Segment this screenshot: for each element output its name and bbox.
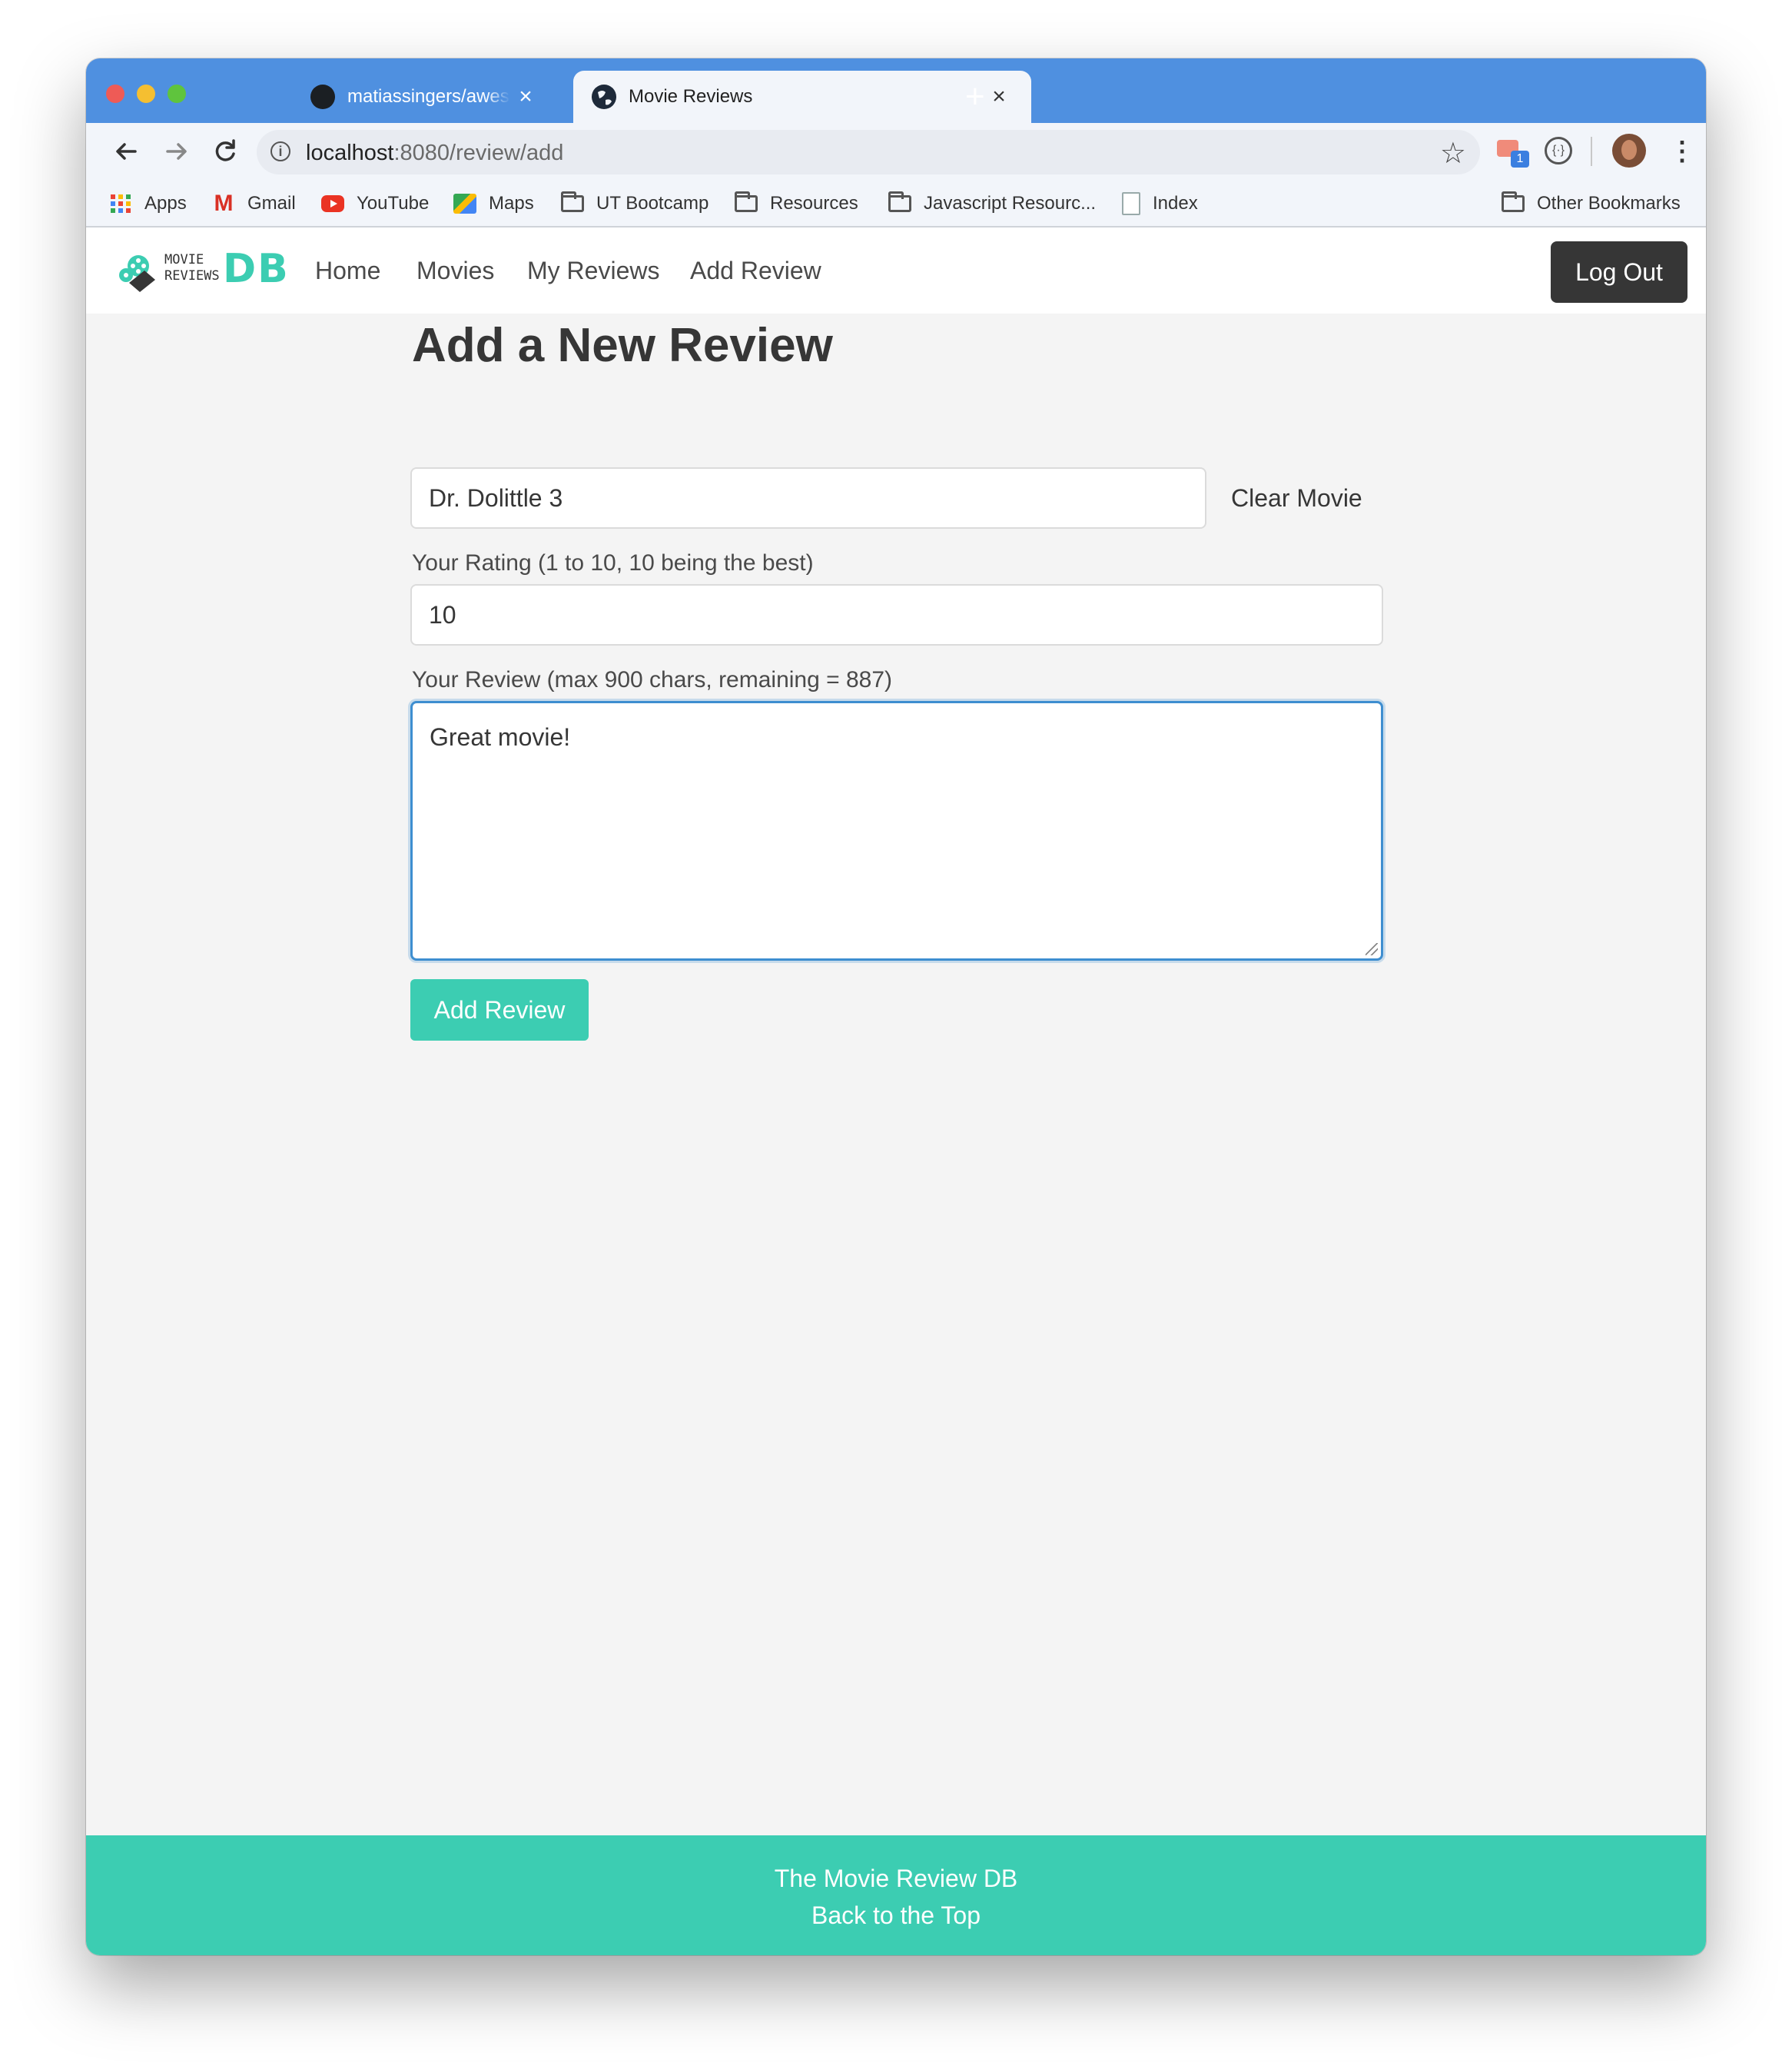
folder-icon bbox=[735, 191, 758, 212]
bookmark-label: Gmail bbox=[247, 193, 296, 214]
bookmark-label: Maps bbox=[489, 193, 534, 214]
film-reel-icon bbox=[119, 255, 155, 292]
logo-text: MOVIE REVIEWS bbox=[164, 252, 220, 284]
app-navbar: MOVIE REVIEWS DB Home Movies My Reviews A… bbox=[86, 227, 1706, 314]
resize-handle-icon[interactable] bbox=[1366, 943, 1378, 955]
movie-input[interactable]: Dr. Dolittle 3 bbox=[410, 467, 1206, 529]
extension-icon[interactable]: 1 bbox=[1497, 135, 1531, 168]
tab-movie-reviews[interactable]: Movie Reviews × bbox=[573, 71, 1031, 123]
browser-window: matiassingers/awesome-readme × Movie Rev… bbox=[86, 58, 1706, 1955]
github-icon bbox=[310, 85, 335, 109]
toolbar-divider bbox=[1591, 137, 1592, 166]
folder-icon bbox=[561, 191, 584, 212]
review-text: Great movie! bbox=[430, 723, 571, 751]
log-out-button[interactable]: Log Out bbox=[1551, 241, 1687, 303]
url-text[interactable]: localhost:8080/review/add bbox=[306, 141, 563, 166]
tab-close-icon[interactable]: × bbox=[984, 84, 1014, 110]
bookmark-youtube[interactable]: YouTube bbox=[321, 191, 429, 217]
bookmark-apps[interactable]: Apps bbox=[109, 191, 187, 217]
bookmark-resources[interactable]: Resources bbox=[735, 191, 858, 217]
site-logo[interactable]: MOVIE REVIEWS DB bbox=[117, 246, 288, 294]
bookmark-label: Resources bbox=[770, 193, 858, 214]
folder-icon bbox=[1502, 191, 1525, 212]
gmail-icon: M bbox=[214, 191, 234, 216]
tab-title: matiassingers/awesome-readme bbox=[347, 86, 510, 107]
apps-grid-icon bbox=[109, 194, 132, 214]
bookmark-javascript-resources[interactable]: Javascript Resourc... bbox=[888, 191, 1096, 217]
maps-icon bbox=[453, 194, 476, 214]
info-icon[interactable]: i bbox=[270, 141, 290, 161]
bookmark-label: Javascript Resourc... bbox=[924, 193, 1097, 214]
logo-db-text: DB bbox=[223, 246, 290, 292]
footer-title: The Movie Review DB bbox=[774, 1865, 1018, 1892]
minimize-window-button[interactable] bbox=[137, 85, 155, 103]
folder-icon bbox=[888, 191, 911, 212]
bookmark-star-icon[interactable]: ☆ bbox=[1440, 136, 1466, 171]
forward-arrow-icon[interactable] bbox=[158, 134, 194, 169]
page-title: Add a New Review bbox=[412, 319, 833, 372]
maximize-window-button[interactable] bbox=[168, 85, 186, 103]
back-to-top-link[interactable]: Back to the Top bbox=[86, 1901, 1706, 1930]
bookmark-label: Index bbox=[1153, 193, 1198, 214]
browser-toolbar: i localhost:8080/review/add ☆ 1 {·} ⋮ bbox=[86, 123, 1706, 180]
reload-icon[interactable] bbox=[207, 134, 243, 169]
bookmark-maps[interactable]: Maps bbox=[453, 191, 534, 217]
tab-close-icon[interactable]: × bbox=[510, 84, 541, 110]
nav-home[interactable]: Home bbox=[315, 257, 380, 285]
add-review-button[interactable]: Add Review bbox=[410, 979, 589, 1041]
document-icon bbox=[1122, 192, 1140, 215]
bookmark-label: Apps bbox=[144, 193, 187, 214]
globe-icon bbox=[592, 85, 616, 109]
rating-input[interactable]: 10 bbox=[410, 584, 1383, 646]
bookmark-label: Other Bookmarks bbox=[1537, 193, 1681, 214]
close-window-button[interactable] bbox=[106, 85, 124, 103]
nav-movies[interactable]: Movies bbox=[416, 257, 494, 285]
extension-badge: 1 bbox=[1511, 151, 1529, 168]
bookmark-ut-bootcamp[interactable]: UT Bootcamp bbox=[561, 191, 709, 217]
youtube-icon bbox=[321, 195, 344, 212]
bookmark-gmail[interactable]: M Gmail bbox=[212, 191, 296, 217]
nav-my-reviews[interactable]: My Reviews bbox=[527, 257, 659, 285]
review-label: Your Review (max 900 chars, remaining = … bbox=[412, 667, 893, 692]
bookmark-other[interactable]: Other Bookmarks bbox=[1502, 191, 1681, 217]
bookmark-label: YouTube bbox=[357, 193, 430, 214]
back-arrow-icon[interactable] bbox=[109, 134, 144, 169]
bookmarks-bar: Apps M Gmail YouTube Maps UT Bootcamp Re… bbox=[86, 180, 1706, 227]
address-bar[interactable]: i localhost:8080/review/add ☆ bbox=[257, 130, 1480, 174]
rating-label: Your Rating (1 to 10, 10 being the best) bbox=[412, 550, 814, 576]
clear-movie-button[interactable]: Clear Movie bbox=[1231, 467, 1362, 529]
bookmark-index[interactable]: Index bbox=[1122, 191, 1198, 217]
profile-avatar[interactable] bbox=[1612, 134, 1646, 168]
menu-kebab-icon[interactable]: ⋮ bbox=[1669, 134, 1695, 169]
extension-json-icon[interactable]: {·} bbox=[1545, 137, 1572, 164]
nav-add-review[interactable]: Add Review bbox=[690, 257, 821, 285]
tab-strip: matiassingers/awesome-readme × Movie Rev… bbox=[86, 58, 1706, 123]
review-textarea[interactable]: Great movie! bbox=[410, 701, 1383, 961]
new-tab-button[interactable]: + bbox=[965, 80, 985, 114]
page-content: MOVIE REVIEWS DB Home Movies My Reviews A… bbox=[86, 227, 1706, 1955]
bookmark-label: UT Bootcamp bbox=[596, 193, 709, 214]
tab-title: Movie Reviews bbox=[629, 86, 753, 107]
site-footer: The Movie Review DB Back to the Top bbox=[86, 1835, 1706, 1955]
